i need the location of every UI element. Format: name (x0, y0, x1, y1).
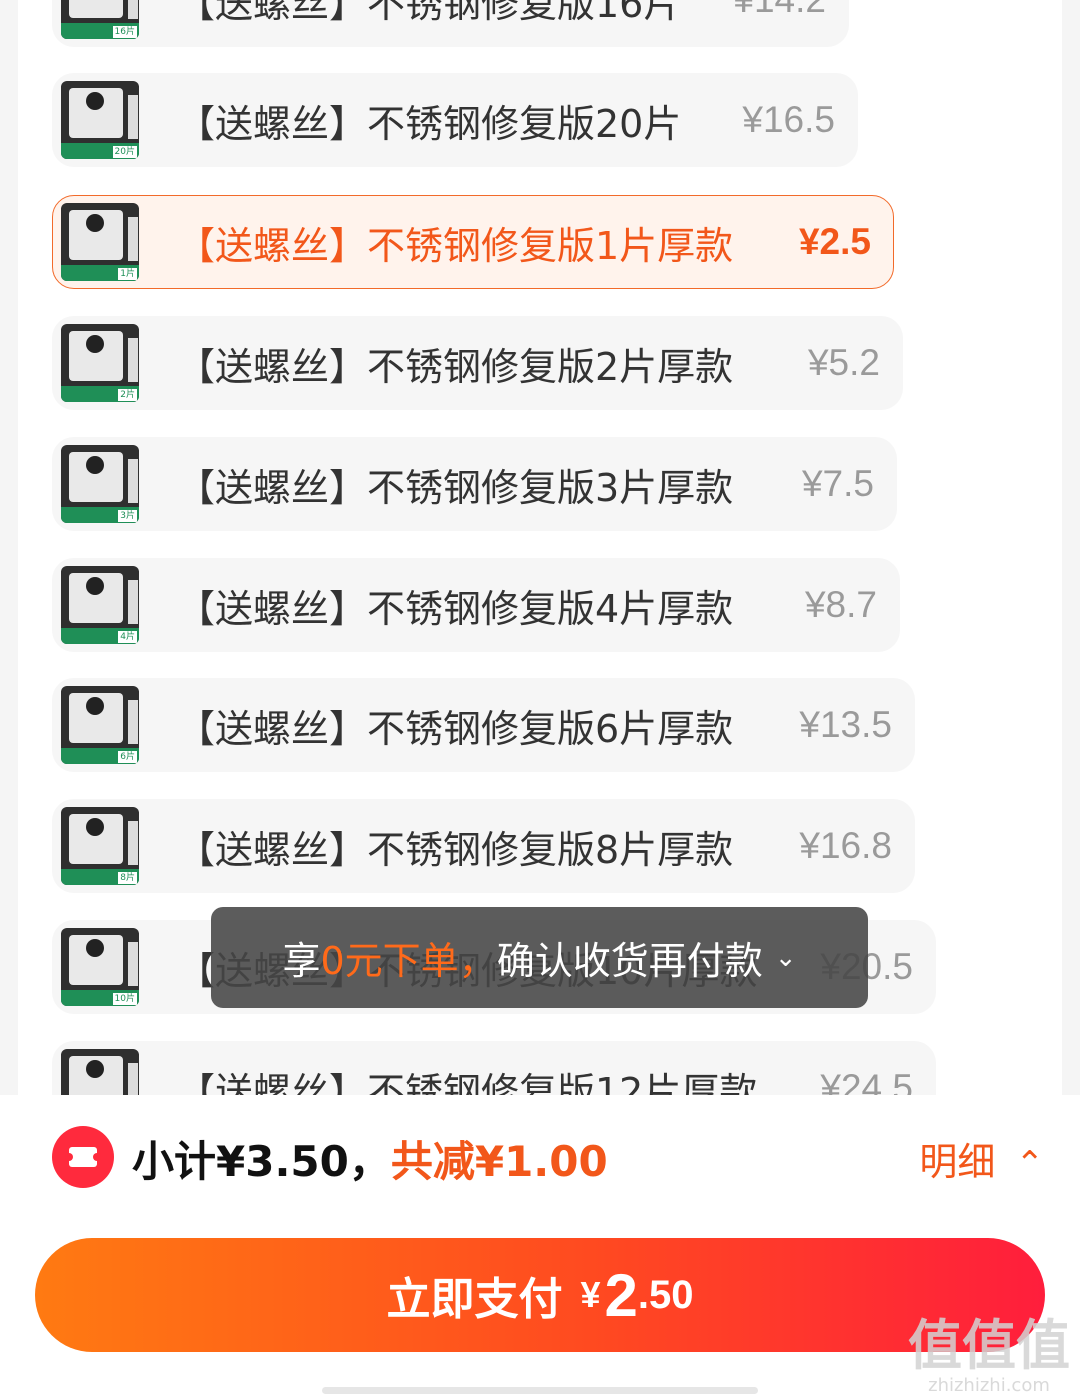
screw-strip (128, 217, 138, 261)
sku-price: ¥2.5 (798, 221, 871, 262)
sku-name: 【送螺丝】不锈钢修复版8片厚款 (177, 827, 734, 872)
sku-thumbnail: 3片 (61, 445, 139, 523)
thumb-qty-label: 3片 (118, 510, 137, 522)
toast-suffix: 确认收货再付款 (496, 939, 763, 983)
sku-price: ¥5.2 (807, 342, 880, 383)
screw-strip (128, 0, 138, 19)
sku-price: ¥13.5 (799, 704, 892, 745)
thumb-qty-label: 1片 (118, 268, 137, 280)
sku-price: ¥8.7 (804, 584, 877, 625)
sku-name: 【送螺丝】不锈钢修复版12片厚款 (177, 1069, 758, 1096)
discount-text: 共减¥1.00 (390, 1137, 608, 1186)
pay-currency: ¥ (580, 1274, 601, 1315)
sku-name: 【送螺丝】不锈钢修复版1片厚款 (177, 223, 734, 268)
thumb-qty-label: 16片 (112, 26, 137, 38)
ticket-notch-right (93, 1153, 101, 1161)
plate-hole (86, 818, 104, 836)
plate-hole (86, 335, 104, 353)
coupon-ticket-icon[interactable] (52, 1126, 114, 1188)
sku-thumbnail: 10片 (61, 928, 139, 1006)
detail-toggle[interactable]: 明细 ⌃ (919, 1131, 1044, 1186)
sku-thumbnail: 1片 (61, 203, 139, 281)
sku-price: ¥7.5 (801, 463, 874, 504)
site-watermark: 值值值 zhizhizhi.com (908, 1316, 1070, 1396)
plate-hole (86, 577, 104, 595)
sku-thumbnail: 4片 (61, 566, 139, 644)
sku-price: ¥24.5 (820, 1067, 913, 1095)
pay-amount-int: 2 (604, 1261, 638, 1329)
plate-hole (86, 939, 104, 957)
plate-hole (86, 697, 104, 715)
watermark-url: zhizhizhi.com (928, 1375, 1050, 1396)
pay-now-button[interactable]: 立即支付 ¥ 2 .50 (35, 1238, 1045, 1352)
chevron-down-icon[interactable]: ⌄ (775, 943, 797, 973)
sku-thumbnail: 8片 (61, 807, 139, 885)
plate-hole (86, 214, 104, 232)
sku-option[interactable]: 4片 【送螺丝】不锈钢修复版4片厚款 ¥8.7 (52, 558, 900, 652)
plate-hole (86, 456, 104, 474)
sku-price: ¥16.5 (742, 99, 835, 140)
sku-option[interactable]: 2片 【送螺丝】不锈钢修复版2片厚款 ¥5.2 (52, 316, 903, 410)
sku-thumbnail: 2片 (61, 324, 139, 402)
thumb-qty-label: 20片 (112, 146, 137, 158)
detail-label: 明细 (919, 1140, 996, 1184)
zero-pay-toast[interactable]: 享 0元下单， 确认收货再付款 ⌄ (211, 907, 868, 1008)
sku-option[interactable]: 8片 【送螺丝】不锈钢修复版8片厚款 ¥16.8 (52, 799, 915, 893)
subtotal-text: 小计¥3.50， (132, 1137, 391, 1186)
sku-name: 【送螺丝】不锈钢修复版2片厚款 (177, 344, 734, 389)
thumb-qty-label: 8片 (118, 872, 137, 884)
screw-strip (128, 700, 138, 744)
screw-strip (128, 942, 138, 986)
screw-strip (128, 821, 138, 865)
pay-label: 立即支付 (386, 1274, 563, 1325)
thumb-qty-label: 4片 (118, 631, 137, 643)
screw-strip (128, 338, 138, 382)
sku-thumbnail: 16片 (61, 0, 139, 39)
sku-name: 【送螺丝】不锈钢修复版3片厚款 (177, 465, 734, 510)
thumb-qty-label: 2片 (118, 389, 137, 401)
sku-thumbnail: 20片 (61, 81, 139, 159)
chevron-up-icon: ⌃ (1015, 1144, 1045, 1184)
plate-shape (69, 0, 123, 18)
thumb-qty-label: 10片 (112, 993, 137, 1005)
checkout-page: 16片 【送螺丝】不锈钢修复版16片 ¥14.2 20片 【送螺丝】不锈钢修复版20片 ¥… (0, 0, 1080, 1398)
sku-option[interactable]: 6片 【送螺丝】不锈钢修复版6片厚款 ¥13.5 (52, 678, 915, 772)
sku-price: ¥14.2 (733, 0, 826, 21)
screw-strip (128, 459, 138, 503)
home-indicator[interactable] (322, 1387, 758, 1394)
screw-strip (128, 580, 138, 624)
sku-option[interactable]: 20片 【送螺丝】不锈钢修复版20片 ¥16.5 (52, 73, 858, 167)
sku-option[interactable]: 1片 【送螺丝】不锈钢修复版1片厚款 ¥2.5 (52, 195, 894, 289)
plate-hole (86, 1060, 104, 1078)
watermark-logo: 值值值 (908, 1314, 1070, 1377)
screw-strip (128, 95, 138, 139)
thumb-qty-label: 6片 (118, 751, 137, 763)
pay-amount-dec: .50 (637, 1272, 694, 1317)
sku-thumbnail (61, 1049, 139, 1095)
price-summary: 小计¥3.50，共减¥1.00 (132, 1128, 608, 1189)
toast-prefix: 享 (282, 939, 321, 983)
screw-strip (128, 1063, 138, 1095)
sku-thumbnail: 6片 (61, 686, 139, 764)
toast-highlight: 0元下单， (320, 939, 497, 983)
sku-name: 【送螺丝】不锈钢修复版6片厚款 (177, 706, 734, 751)
sku-option[interactable]: 16片 【送螺丝】不锈钢修复版16片 ¥14.2 (52, 0, 849, 47)
ticket-notch-left (65, 1153, 73, 1161)
sku-option[interactable]: 【送螺丝】不锈钢修复版12片厚款 ¥24.5 (52, 1041, 936, 1095)
sku-name: 【送螺丝】不锈钢修复版20片 (177, 101, 682, 146)
sku-name: 【送螺丝】不锈钢修复版4片厚款 (177, 586, 734, 631)
sku-price: ¥16.8 (799, 825, 892, 866)
sku-option[interactable]: 3片 【送螺丝】不锈钢修复版3片厚款 ¥7.5 (52, 437, 897, 531)
sku-name: 【送螺丝】不锈钢修复版16片 (177, 0, 682, 26)
plate-hole (86, 92, 104, 110)
